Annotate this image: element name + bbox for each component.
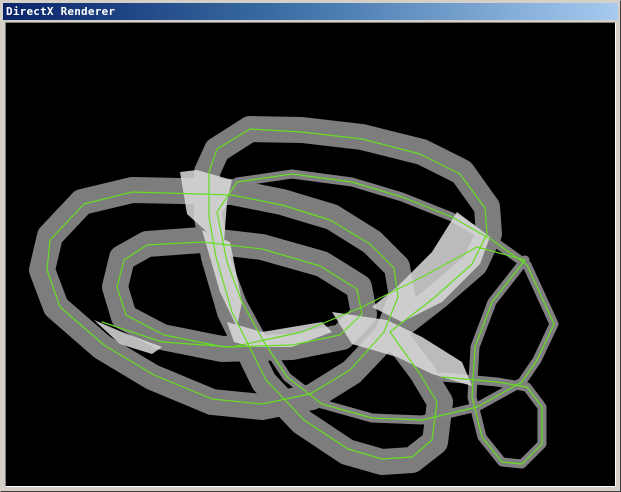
window-title: DirectX Renderer xyxy=(6,5,116,18)
render-viewport[interactable] xyxy=(5,22,616,487)
title-bar[interactable]: DirectX Renderer xyxy=(3,3,618,20)
renderer-window: DirectX Renderer xyxy=(0,0,621,492)
road-scene xyxy=(29,116,559,475)
